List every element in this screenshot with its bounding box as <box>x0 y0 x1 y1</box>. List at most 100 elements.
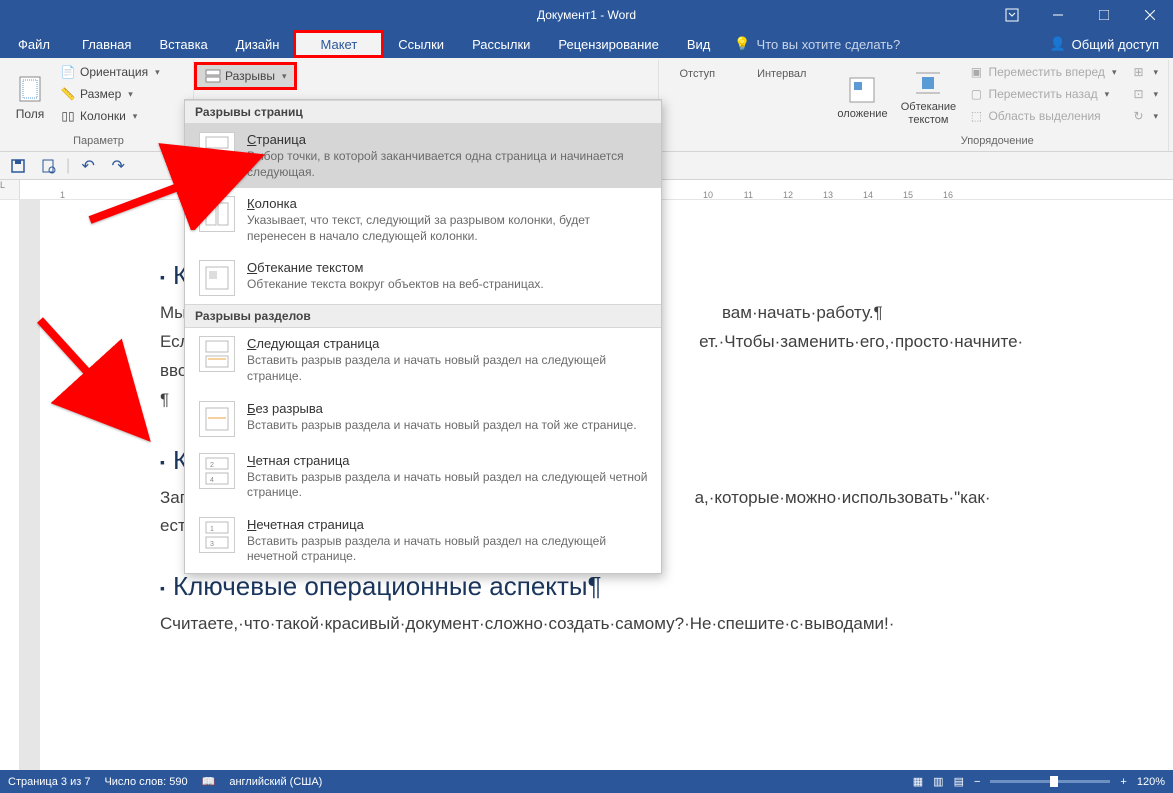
minimize-button[interactable] <box>1035 0 1081 30</box>
wrap-label: Обтекание текстом <box>901 101 956 125</box>
evenpage-break-title: Четная страница <box>247 453 651 468</box>
nextpage-break-desc: Вставить разрыв раздела и начать новый р… <box>247 353 651 384</box>
web-layout-icon[interactable]: ▤ <box>954 775 964 788</box>
svg-text:1: 1 <box>210 526 214 533</box>
svg-text:3: 3 <box>210 541 214 548</box>
position-label: оложение <box>837 108 887 120</box>
nextpage-break-title: Следующая страница <box>247 336 651 351</box>
tab-insert[interactable]: Вставка <box>145 30 221 58</box>
ribbon-options-icon[interactable] <box>989 0 1035 30</box>
orientation-label: Ориентация <box>80 65 148 79</box>
tab-layout[interactable]: Макет <box>293 30 384 58</box>
column-break-title: Колонка <box>247 196 651 211</box>
columns-button[interactable]: ▯▯ Колонки <box>54 106 166 126</box>
wrap-text-button[interactable]: Обтекание текстом <box>896 60 960 133</box>
tab-home[interactable]: Главная <box>68 30 145 58</box>
selection-pane-label: Область выделения <box>988 109 1100 123</box>
tab-design[interactable]: Дизайн <box>222 30 294 58</box>
columns-label: Колонки <box>80 109 126 123</box>
oddpage-break-title: Нечетная страница <box>247 517 651 532</box>
margins-label: Поля <box>16 107 45 121</box>
tab-view[interactable]: Вид <box>673 30 725 58</box>
textwrap-break-desc: Обтекание текста вокруг объектов на веб-… <box>247 277 651 293</box>
person-icon: 👤 <box>1049 36 1065 52</box>
save-button[interactable] <box>6 154 30 178</box>
nextpage-break-item[interactable]: Следующая страница Вставить разрыв разде… <box>185 328 661 392</box>
spacing-label: Интервал <box>751 64 812 151</box>
title-bar: Документ1 - Word <box>0 0 1173 30</box>
margins-button[interactable]: Поля <box>8 60 52 133</box>
status-bar: Страница 3 из 7 Число слов: 590 📖 англий… <box>0 770 1173 793</box>
share-label: Общий доступ <box>1072 37 1159 52</box>
ribbon-tabs: Файл Главная Вставка Дизайн Макет Ссылки… <box>0 30 1173 58</box>
send-backward-button[interactable]: ▢ Переместить назад <box>962 84 1122 104</box>
ruler-corner: L <box>0 180 20 199</box>
position-button[interactable]: оложение <box>830 60 894 133</box>
oddpage-break-desc: Вставить разрыв раздела и начать новый р… <box>247 534 651 565</box>
columns-icon: ▯▯ <box>60 108 76 124</box>
zoom-level[interactable]: 120% <box>1137 776 1165 788</box>
page-break-title: Страница <box>247 132 651 147</box>
close-button[interactable] <box>1127 0 1173 30</box>
section-breaks-header: Разрывы разделов <box>185 304 661 328</box>
oddpage-break-item[interactable]: 13 Нечетная страница Вставить разрыв раз… <box>185 509 661 573</box>
breaks-icon <box>205 68 221 84</box>
continuous-break-item[interactable]: Без разрыва Вставить разрыв раздела и на… <box>185 393 661 445</box>
zoom-out-button[interactable]: − <box>974 776 980 788</box>
zoom-in-button[interactable]: + <box>1120 776 1126 788</box>
rotate-icon: ↻ <box>1130 108 1146 124</box>
send-backward-icon: ▢ <box>968 86 984 102</box>
bring-forward-button[interactable]: ▣ Переместить вперед <box>962 62 1122 82</box>
spellcheck-icon[interactable]: 📖 <box>202 775 216 788</box>
tab-mailings[interactable]: Рассылки <box>458 30 544 58</box>
group-button[interactable]: ⊡ <box>1124 84 1164 104</box>
breaks-button[interactable]: Разрывы <box>194 62 297 90</box>
orientation-button[interactable]: 📄 Ориентация <box>54 62 166 82</box>
tab-review[interactable]: Рецензирование <box>544 30 672 58</box>
page-break-desc: Выбор точки, в которой заканчивается одн… <box>247 149 651 180</box>
wrap-icon <box>912 67 944 99</box>
print-preview-button[interactable] <box>36 154 60 178</box>
tell-me-search[interactable]: 💡 Что вы хотите сделать? <box>734 30 900 58</box>
continuous-break-title: Без разрыва <box>247 401 651 416</box>
align-button[interactable]: ⊞ <box>1124 62 1164 82</box>
continuous-break-desc: Вставить разрыв раздела и начать новый р… <box>247 418 651 434</box>
position-icon <box>846 74 878 106</box>
size-icon: 📏 <box>60 86 76 102</box>
read-mode-icon[interactable]: ▦ <box>913 775 923 788</box>
textwrap-break-icon <box>199 260 235 296</box>
bring-forward-label: Переместить вперед <box>988 65 1104 79</box>
word-count[interactable]: Число слов: 590 <box>104 776 187 788</box>
textwrap-break-item[interactable]: Обтекание текстом Обтекание текста вокру… <box>185 252 661 304</box>
selection-pane-button[interactable]: ⬚ Область выделения <box>962 106 1122 126</box>
bring-forward-icon: ▣ <box>968 64 984 80</box>
tell-me-label: Что вы хотите сделать? <box>757 37 901 52</box>
align-icon: ⊞ <box>1130 64 1146 80</box>
textwrap-break-title: Обтекание текстом <box>247 260 651 275</box>
oddpage-break-icon: 13 <box>199 517 235 553</box>
selection-pane-icon: ⬚ <box>968 108 984 124</box>
maximize-button[interactable] <box>1081 0 1127 30</box>
page-status[interactable]: Страница 3 из 7 <box>8 776 90 788</box>
rotate-button[interactable]: ↻ <box>1124 106 1164 126</box>
annotation-arrow-1 <box>80 130 270 230</box>
share-button[interactable]: 👤 Общий доступ <box>1035 30 1173 58</box>
tab-references[interactable]: Ссылки <box>384 30 458 58</box>
svg-text:2: 2 <box>210 462 214 469</box>
evenpage-break-desc: Вставить разрыв раздела и начать новый р… <box>247 470 651 501</box>
margins-icon <box>14 73 46 105</box>
print-layout-icon[interactable]: ▥ <box>933 775 943 788</box>
heading-3: Ключевые операционные аспекты¶ <box>160 571 1123 602</box>
tab-file[interactable]: Файл <box>0 30 68 58</box>
column-break-desc: Указывает, что текст, следующий за разры… <box>247 213 651 244</box>
bulb-icon: 💡 <box>734 36 750 52</box>
language-status[interactable]: английский (США) <box>229 776 322 788</box>
window-title: Документ1 - Word <box>537 8 636 22</box>
continuous-break-icon <box>199 401 235 437</box>
size-button[interactable]: 📏 Размер <box>54 84 166 104</box>
svg-text:4: 4 <box>210 477 214 484</box>
vertical-ruler[interactable] <box>0 200 20 772</box>
indent-label: Отступ <box>673 64 721 151</box>
zoom-slider[interactable] <box>990 780 1110 783</box>
evenpage-break-item[interactable]: 2 4 Четная страница Вставить разрыв разде… <box>185 445 661 509</box>
